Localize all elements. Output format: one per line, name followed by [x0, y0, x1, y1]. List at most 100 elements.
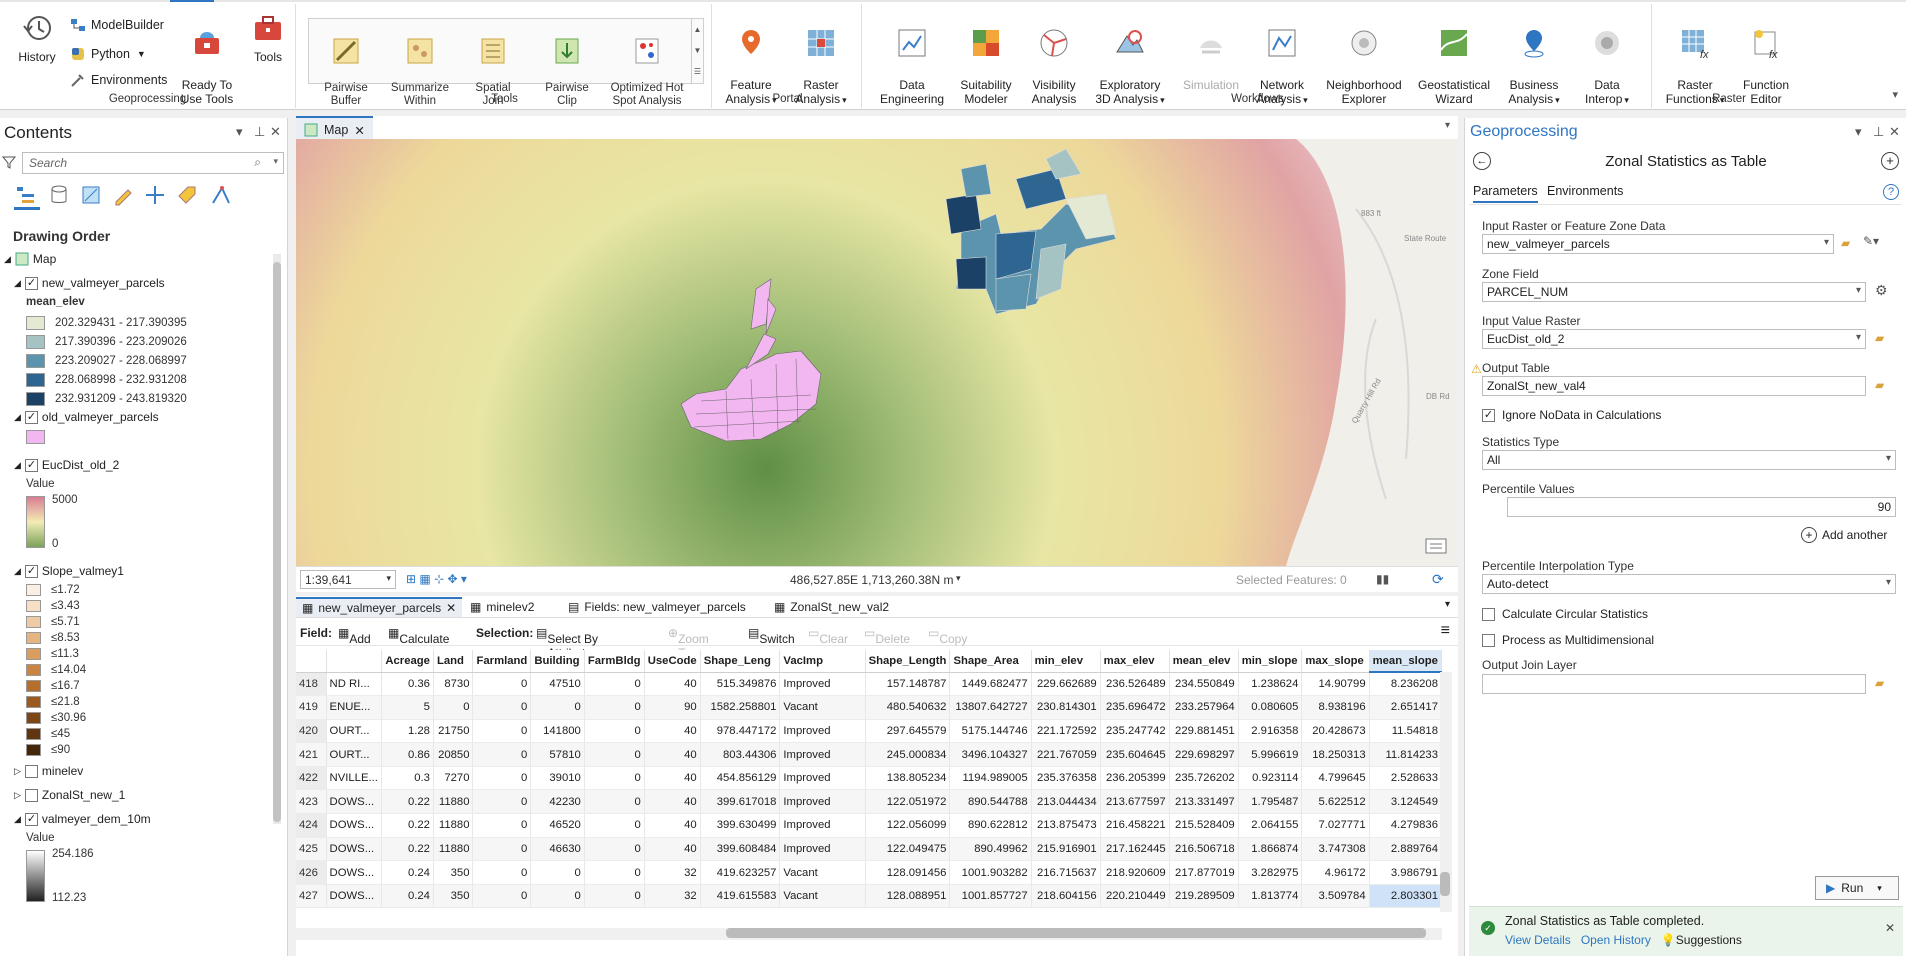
table-cell[interactable]: 128.088951: [865, 884, 951, 909]
table-cell[interactable]: 18.250313: [1301, 742, 1370, 767]
table-menu-icon[interactable]: ≡: [1441, 622, 1450, 640]
suitability-modeler-button[interactable]: Suitability Modeler: [954, 12, 1018, 106]
table-cell[interactable]: 0: [472, 695, 532, 720]
row-number[interactable]: 424: [296, 813, 327, 838]
pin-icon[interactable]: ⊥: [1873, 124, 1884, 140]
snapping-tab[interactable]: [144, 184, 170, 210]
history-button[interactable]: History: [14, 12, 60, 64]
input-raster-field[interactable]: new_valmeyer_parcels ▾: [1482, 234, 1834, 254]
table-row[interactable]: 419 ENUE... 5 0 0 0 0 90 1582.258801 Vacant 480.54…: [296, 695, 1443, 720]
table-cell[interactable]: 235.376358: [1031, 766, 1101, 791]
column-header[interactable]: min_elev: [1031, 650, 1101, 673]
table-cell[interactable]: 0: [584, 719, 645, 744]
layer-visibility-checkbox[interactable]: [24, 788, 38, 802]
expand-icon[interactable]: ▷: [14, 766, 21, 777]
table-cell[interactable]: 0: [530, 860, 585, 885]
filter-icon[interactable]: [2, 155, 16, 169]
row-number[interactable]: 418: [296, 672, 327, 697]
table-cell[interactable]: 2.064155: [1238, 813, 1303, 838]
row-number[interactable]: 427: [296, 884, 327, 909]
layer-visibility-checkbox[interactable]: ✓: [24, 812, 38, 826]
table-cell[interactable]: 3.282975: [1238, 860, 1303, 885]
calculate-field-button[interactable]: ▦ Calculate: [388, 626, 449, 646]
table-cell[interactable]: 8.236208: [1369, 672, 1443, 697]
layer-new-valmeyer-parcels[interactable]: ◢ ✓ new_valmeyer_parcels: [14, 276, 165, 290]
table-cell[interactable]: 515.349876: [700, 672, 781, 697]
row-number[interactable]: 426: [296, 860, 327, 885]
checkbox[interactable]: [1482, 633, 1495, 647]
table-cell[interactable]: 0: [584, 813, 645, 838]
table-cell[interactable]: 0: [530, 884, 585, 909]
table-cell[interactable]: 890.49962: [949, 837, 1032, 862]
pane-options-icon[interactable]: ▾: [1855, 124, 1862, 140]
column-header[interactable]: max_slope: [1301, 650, 1370, 673]
table-cell[interactable]: 0: [472, 789, 532, 815]
table-cell[interactable]: 20.428673: [1301, 719, 1370, 744]
table-cell[interactable]: 138.805234: [865, 766, 951, 791]
table-cell[interactable]: 8730: [433, 672, 474, 697]
close-icon[interactable]: ✕: [1885, 921, 1895, 935]
table-cell[interactable]: 1001.903282: [949, 860, 1032, 885]
data-source-tab[interactable]: [48, 184, 74, 210]
table-cell[interactable]: 0: [584, 789, 645, 815]
sketch-icon[interactable]: ✎▾: [1863, 234, 1879, 248]
table-cell[interactable]: 46630: [530, 837, 585, 862]
table-cell[interactable]: 0.24: [381, 884, 434, 909]
table-cell[interactable]: 235.696472: [1100, 695, 1170, 720]
table-cell[interactable]: 0: [472, 884, 532, 909]
table-cell[interactable]: 229.662689: [1031, 672, 1101, 697]
table-cell[interactable]: 1.238624: [1238, 672, 1303, 697]
map-nav-tools[interactable]: ⊞ ▦ ⊹ ✥ ▾: [406, 572, 467, 586]
table-cell[interactable]: 8.938196: [1301, 695, 1370, 720]
row-number[interactable]: 425: [296, 837, 327, 862]
table-cell[interactable]: 216.458221: [1100, 813, 1170, 838]
table-cell[interactable]: 229.698297: [1169, 742, 1239, 767]
table-cell[interactable]: 1.866874: [1238, 837, 1303, 862]
table-horizontal-scrollbar[interactable]: [296, 928, 1442, 940]
row-number[interactable]: 423: [296, 789, 327, 815]
table-cell[interactable]: 47510: [530, 672, 585, 697]
map-canvas[interactable]: 883 ft State Route Quarry Hill Rd DB Rd: [296, 139, 1458, 566]
open-history-link[interactable]: Open History: [1581, 933, 1651, 947]
visibility-analysis-button[interactable]: Visibility Analysis: [1026, 12, 1082, 106]
table-cell[interactable]: Improved: [779, 789, 866, 815]
table-cell[interactable]: DOWS...: [326, 813, 383, 838]
table-cell[interactable]: 221.767059: [1031, 742, 1101, 767]
table-cell[interactable]: 4.799645: [1301, 766, 1370, 791]
function-editor-button[interactable]: fx Function Editor: [1734, 12, 1798, 106]
layer-slope[interactable]: ◢ ✓ Slope_valmey1: [14, 564, 124, 578]
view-details-link[interactable]: View Details: [1505, 933, 1571, 947]
column-header[interactable]: min_slope: [1238, 650, 1303, 673]
charts-tab[interactable]: [210, 184, 236, 210]
table-cell[interactable]: 122.051972: [865, 789, 951, 815]
table-cell[interactable]: 297.645579: [865, 719, 951, 744]
table-cell[interactable]: 0.22: [381, 813, 434, 838]
table-cell[interactable]: 213.875473: [1031, 813, 1101, 838]
table-cell[interactable]: 0: [472, 813, 532, 838]
table-cell[interactable]: 20850: [433, 742, 474, 767]
folder-icon[interactable]: ▰: [1841, 236, 1850, 250]
column-header[interactable]: max_elev: [1100, 650, 1170, 673]
table-row[interactable]: 427 DOWS... 0.24 350 0 0 0 32 419.615583 Vacant 12…: [296, 884, 1443, 909]
table-cell[interactable]: 4.96172: [1301, 860, 1370, 885]
table-cell[interactable]: 14.90799: [1301, 672, 1370, 697]
table-tab-new-valmeyer-parcels[interactable]: ▦ new_valmeyer_parcels ✕: [296, 597, 463, 617]
percentile-value-field[interactable]: 90: [1507, 497, 1896, 517]
table-cell[interactable]: 1001.857727: [949, 884, 1032, 909]
table-cell[interactable]: 57810: [530, 742, 585, 767]
table-cell[interactable]: 0: [584, 672, 645, 697]
table-cell[interactable]: 216.715637: [1031, 860, 1101, 885]
table-cell[interactable]: 0: [472, 719, 532, 744]
table-cell[interactable]: 3.986791: [1369, 860, 1443, 885]
table-cell[interactable]: 11880: [433, 837, 474, 862]
row-number[interactable]: 421: [296, 742, 327, 767]
collapse-icon[interactable]: ◢: [14, 814, 21, 825]
map-node[interactable]: ◢ Map: [4, 252, 56, 266]
table-cell[interactable]: 234.550849: [1169, 672, 1239, 697]
table-cell[interactable]: 213.044434: [1031, 789, 1101, 815]
checkbox[interactable]: ✓: [1482, 408, 1495, 422]
layer-visibility-checkbox[interactable]: ✓: [24, 276, 38, 290]
copy-button[interactable]: ▭ Copy: [928, 626, 967, 646]
table-cell[interactable]: 0: [584, 695, 645, 720]
output-table-field[interactable]: ZonalSt_new_val4: [1482, 376, 1866, 396]
